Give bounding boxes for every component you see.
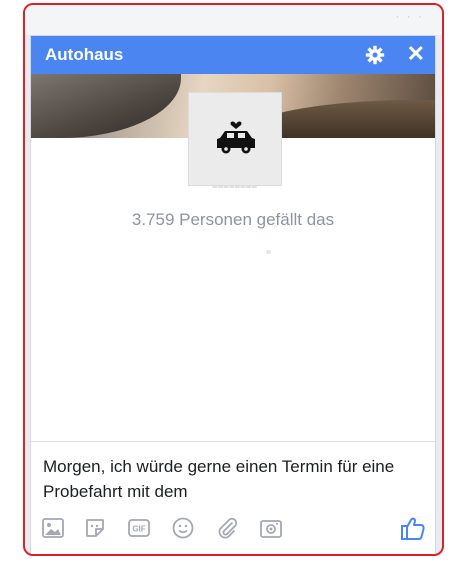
- likes-count-text: 3.759 Personen gefällt das: [131, 210, 335, 229]
- gear-icon[interactable]: [365, 45, 385, 65]
- avatar-caption-blur: ▔▔▔▔▔▔▔▔: [212, 188, 258, 194]
- attachment-icon[interactable]: [215, 516, 239, 540]
- background-dots: · · ·: [395, 9, 424, 23]
- composer-divider: [31, 441, 435, 442]
- emoji-icon[interactable]: [171, 516, 195, 540]
- chat-header[interactable]: Autohaus ✕: [31, 36, 435, 74]
- page-avatar[interactable]: [188, 92, 282, 186]
- taxi-icon: [217, 121, 255, 154]
- close-icon[interactable]: ✕: [407, 43, 425, 65]
- chat-window: Autohaus ✕ ▔▔▔▔▔▔▔▔ 3.759 Personen gefäl…: [31, 36, 435, 554]
- highlight-frame: · · · Autohaus ✕ ▔▔▔▔▔▔▔▔ 3.759 Personen…: [23, 3, 444, 556]
- camera-icon[interactable]: [259, 516, 283, 540]
- gif-icon[interactable]: GIF: [127, 516, 151, 540]
- image-icon[interactable]: [41, 516, 65, 540]
- chat-title[interactable]: Autohaus: [45, 45, 123, 65]
- sticker-icon[interactable]: [83, 516, 107, 540]
- typing-indicator-dot: [266, 250, 271, 254]
- message-input[interactable]: Morgen, ich würde gerne einen Termin für…: [43, 454, 423, 504]
- gif-icon-label: GIF: [132, 525, 145, 534]
- cover-car-shape: [31, 74, 181, 138]
- composer-toolbar: GIF: [41, 514, 429, 544]
- background-page-strip: · · ·: [25, 5, 442, 35]
- thumbs-up-icon[interactable]: [399, 514, 427, 542]
